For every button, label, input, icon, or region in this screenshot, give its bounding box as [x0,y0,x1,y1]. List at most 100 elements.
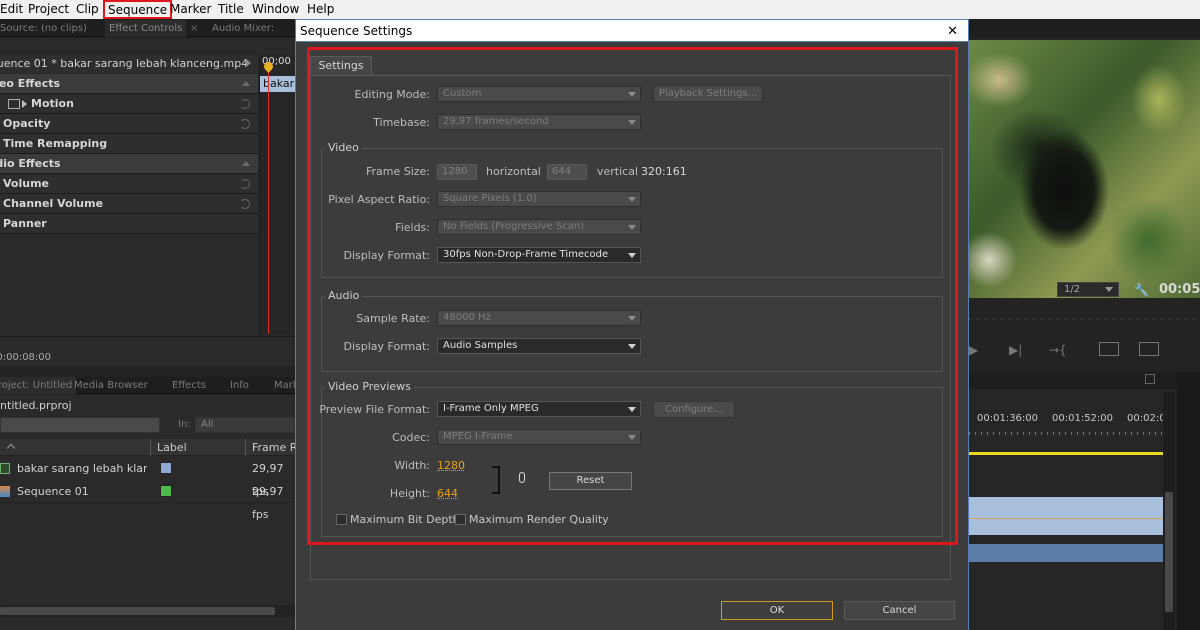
project-panel: Untitled.prproj In: All Label Frame Rate… [0,395,295,630]
step-forward-icon[interactable]: ▶| [1009,343,1027,357]
effect-motion[interactable]: Motion [0,94,258,114]
item-frame-rate: 29,97 fps [252,480,295,526]
item-name: bakar sarang lebah klancer [17,457,147,480]
play-icon[interactable]: ▶ [969,343,987,357]
effect-channel-volume[interactable]: Channel Volume [0,194,258,214]
menu-edit[interactable]: Edit [0,2,23,17]
column-header: Label Frame Rate [0,439,295,456]
tab-source[interactable]: Source: (no clips) [0,20,91,37]
lift-icon[interactable] [1099,342,1119,356]
reset-icon[interactable] [240,199,250,209]
effect-time-remapping[interactable]: Time Remapping [0,134,258,154]
expand-arrow-icon[interactable] [22,100,27,108]
opacity-line[interactable] [969,518,1163,519]
scrollbar-thumb[interactable] [0,607,275,615]
column-divider [245,439,246,456]
zoom-value: 1/2 [1064,284,1080,295]
menu-help[interactable]: Help [307,2,334,17]
menu-sequence[interactable]: Sequence [103,0,172,19]
video-clip-icon [0,463,10,474]
project-item[interactable]: Sequence 01 29,97 fps [0,480,295,503]
close-icon[interactable]: × [186,20,202,37]
timeline-tabs [969,372,1200,389]
audio-clip-track[interactable] [969,544,1163,562]
play-only-icon[interactable] [246,59,251,67]
reset-icon[interactable] [240,179,250,189]
section-audio-effects[interactable]: Audio Effects [0,154,258,174]
in-label: In: [178,419,191,430]
sort-icon[interactable] [7,444,15,452]
column-label[interactable]: Label [157,441,187,454]
effect-panner[interactable]: Panner [0,214,258,234]
tab-project[interactable]: Project: Untitled [0,377,76,394]
menu-marker[interactable]: Marker [170,2,211,17]
close-icon[interactable]: ✕ [947,20,958,43]
playhead[interactable] [268,66,269,334]
clip-bar[interactable]: bakar [260,76,295,92]
video-clip-track[interactable] [969,497,1163,535]
effect-controls-panel: Sequence 01 * bakar sarang lebah klancen… [0,38,295,366]
sequence-icon [0,486,10,497]
audio-meter [1177,372,1200,630]
monitor-ruler[interactable] [969,318,1200,320]
divider [0,336,295,337]
menu-window[interactable]: Window [252,2,299,17]
reset-icon[interactable] [240,99,250,109]
insert-icon[interactable]: →{ [1049,343,1067,357]
effect-opacity[interactable]: Opacity [0,114,258,134]
label-swatch[interactable] [160,462,172,474]
ruler-label: 00:02:0 [1127,413,1166,424]
dialog-title: Sequence Settings [300,24,412,38]
menu-bar: Edit Project Clip Sequence Marker Title … [0,0,1200,19]
tab-effect-controls[interactable]: Effect Controls [105,20,186,37]
menu-title[interactable]: Title [218,2,244,17]
column-frame-rate[interactable]: Frame Rate [252,441,295,454]
clip-path: Sequence 01 * bakar sarang lebah klancen… [0,55,258,73]
in-select[interactable]: All [195,417,295,433]
sequence-settings-dialog: Settings Editing Mode: Custom Playback S… [295,42,969,630]
tab-effects[interactable]: Effects [168,377,210,394]
tab-media-browser[interactable]: Media Browser [70,377,152,394]
tab-info[interactable]: Info [226,377,253,394]
collapse-icon[interactable] [242,81,250,86]
timeline-ruler[interactable] [969,432,1163,435]
menu-project[interactable]: Project [28,2,69,17]
program-tabs [969,20,1200,37]
column-divider [150,439,151,456]
ok-button[interactable]: OK [721,601,833,620]
wrench-icon[interactable]: 🔧 [1134,283,1149,297]
video-frame[interactable] [969,40,1200,298]
ruler-label: 00:01:36:00 [977,413,1038,424]
tab-audio-mixer[interactable]: Audio Mixer: Seq [208,20,295,37]
project-tabs: Project: Untitled Media Browser Effects … [0,377,295,394]
work-area-bar[interactable] [969,452,1163,455]
dialog-title-bar[interactable]: Sequence Settings ✕ [295,19,969,42]
reset-icon[interactable] [240,119,250,129]
zoom-select[interactable]: 1/2 [1057,282,1119,297]
search-input[interactable] [0,417,160,433]
effect-label: Time Remapping [3,137,107,150]
panel-menu-icon[interactable] [1145,374,1155,384]
project-file: Untitled.prproj [0,399,72,412]
highlight-box [307,47,958,545]
top-panel-tabs: Source: (no clips) Effect Controls × Aud… [0,20,295,37]
effect-label: Motion [31,97,74,110]
label-swatch[interactable] [160,485,172,497]
horizontal-scrollbar[interactable] [0,605,295,617]
menu-clip[interactable]: Clip [76,2,99,17]
effect-label: Channel Volume [3,197,103,210]
collapse-icon[interactable] [242,161,250,166]
item-name: Sequence 01 [17,480,89,503]
extract-icon[interactable] [1139,342,1159,356]
effect-volume[interactable]: Volume [0,174,258,194]
motion-icon [8,99,20,109]
timeline-panel: 00:01:36:00 00:01:52:00 00:02:0 [969,372,1200,630]
vertical-scrollbar[interactable] [1163,392,1175,630]
project-item[interactable]: bakar sarang lebah klancer 29,97 fps [0,457,295,480]
effect-timeline[interactable] [259,55,295,335]
section-video-effects[interactable]: Video Effects [0,74,258,94]
program-timecode: 00:05: [1159,282,1200,297]
chevron-down-icon [1105,287,1113,292]
cancel-button[interactable]: Cancel [844,601,955,620]
scrollbar-thumb[interactable] [1165,492,1173,612]
